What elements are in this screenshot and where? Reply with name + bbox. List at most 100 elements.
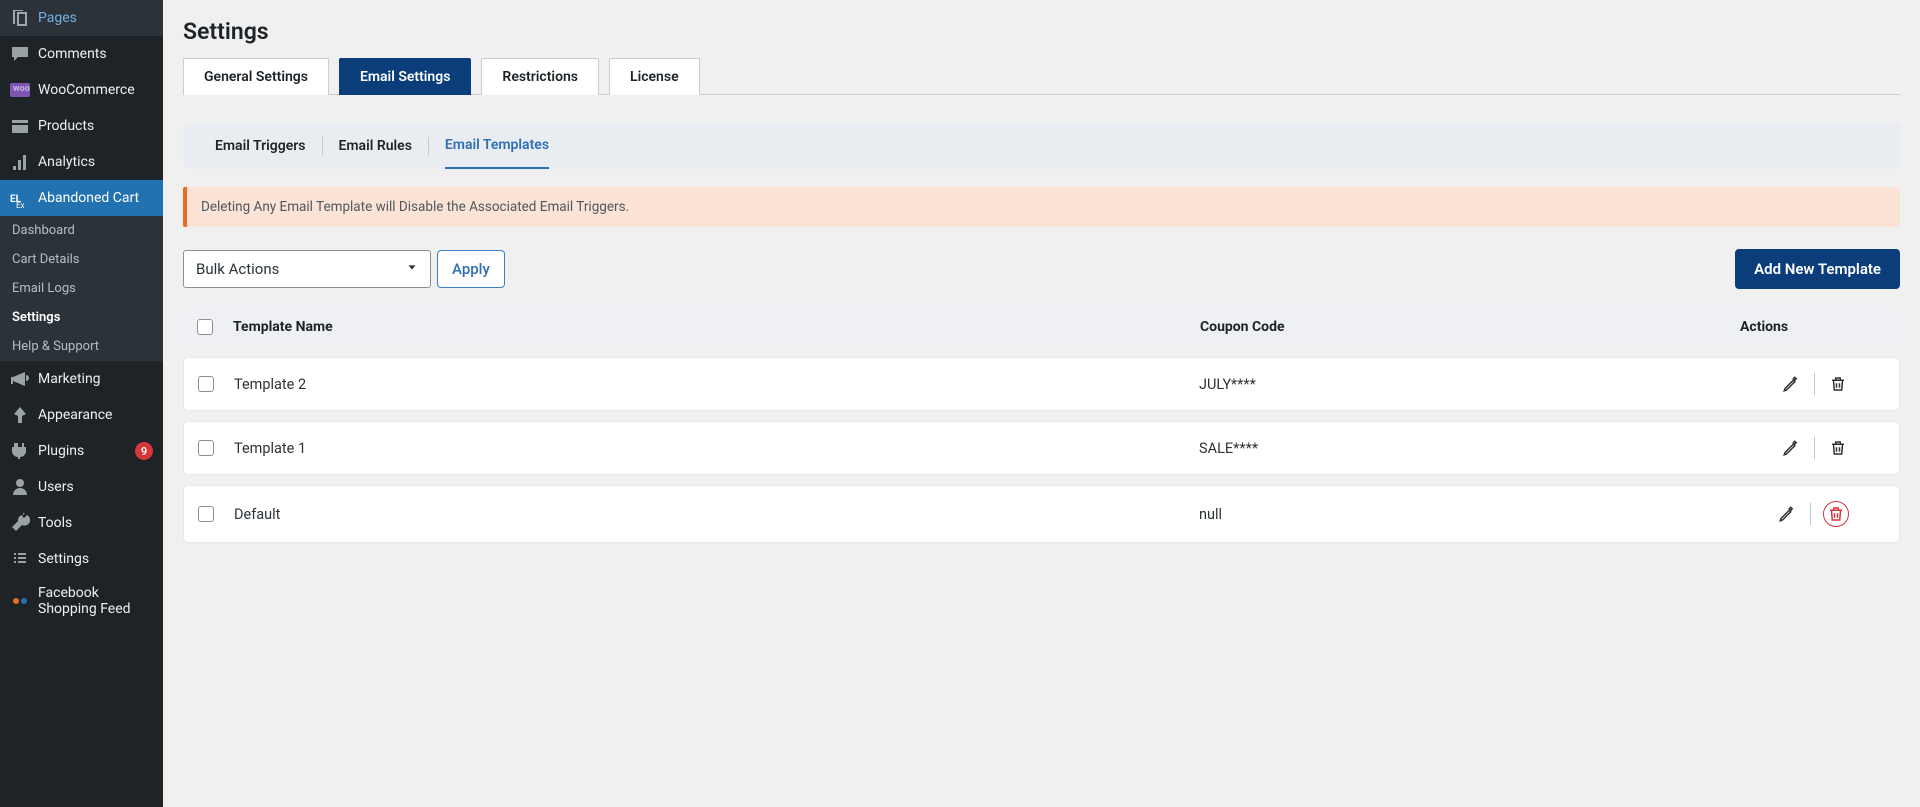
cell-template-name: Template 1 — [234, 440, 1199, 457]
tab-email-settings[interactable]: Email Settings — [339, 58, 471, 95]
col-template-name: Template Name — [233, 319, 1200, 335]
facebook-feed-icon — [10, 591, 30, 611]
admin-sidebar: Pages Comments woo WooCommerce Products … — [0, 0, 163, 807]
row-checkbox[interactable] — [198, 376, 214, 392]
sidebar-item-products[interactable]: Products — [0, 108, 163, 144]
sidebar-item-facebook-feed[interactable]: Facebook Shopping Feed — [0, 577, 163, 625]
submenu-help-support[interactable]: Help & Support — [0, 332, 163, 361]
col-actions: Actions — [1740, 319, 1890, 335]
settings-icon — [10, 549, 30, 569]
submenu-dashboard[interactable]: Dashboard — [0, 216, 163, 245]
sidebar-label: Users — [38, 479, 153, 495]
analytics-icon — [10, 152, 30, 172]
edit-icon[interactable] — [1780, 437, 1802, 459]
appearance-icon — [10, 405, 30, 425]
row-actions — [1739, 373, 1889, 395]
sidebar-label: Settings — [38, 551, 153, 567]
sidebar-label: Products — [38, 118, 153, 134]
row-checkbox[interactable] — [198, 506, 214, 522]
cell-template-name: Default — [234, 506, 1199, 523]
subtab-email-rules[interactable]: Email Rules — [339, 124, 412, 168]
submenu-cart-details[interactable]: Cart Details — [0, 245, 163, 274]
sidebar-item-comments[interactable]: Comments — [0, 36, 163, 72]
delete-icon[interactable] — [1827, 373, 1849, 395]
delete-icon[interactable] — [1823, 501, 1849, 527]
sidebar-label: Tools — [38, 515, 153, 531]
sidebar-item-tools[interactable]: Tools — [0, 505, 163, 541]
sidebar-item-appearance[interactable]: Appearance — [0, 397, 163, 433]
svg-text:Ex: Ex — [16, 201, 25, 208]
subtab-separator — [322, 137, 323, 155]
col-coupon-code: Coupon Code — [1200, 319, 1740, 335]
action-separator — [1814, 437, 1815, 459]
submenu-label: Dashboard — [12, 223, 75, 238]
settings-tabs: General Settings Email Settings Restrict… — [183, 57, 1900, 95]
tab-restrictions[interactable]: Restrictions — [481, 58, 599, 95]
row-actions — [1739, 501, 1889, 527]
submenu-label: Help & Support — [12, 339, 99, 354]
templates-table: Template Name Coupon Code Actions Templa… — [183, 307, 1900, 543]
submenu-label: Cart Details — [12, 252, 80, 267]
submenu-settings[interactable]: Settings — [0, 303, 163, 332]
cell-template-name: Template 2 — [234, 376, 1199, 393]
edit-icon[interactable] — [1780, 373, 1802, 395]
sidebar-item-abandoned-cart[interactable]: ELEx Abandoned Cart — [0, 180, 163, 216]
bulk-actions-select[interactable]: Bulk Actions — [183, 250, 431, 288]
action-separator — [1810, 503, 1811, 525]
sidebar-label: WooCommerce — [38, 82, 153, 98]
cell-coupon-code: JULY**** — [1199, 376, 1739, 393]
table-row: Template 2 JULY**** — [183, 357, 1900, 411]
sidebar-label: Analytics — [38, 154, 153, 170]
delete-icon[interactable] — [1827, 437, 1849, 459]
sidebar-item-settings[interactable]: Settings — [0, 541, 163, 577]
products-icon — [10, 116, 30, 136]
sidebar-item-analytics[interactable]: Analytics — [0, 144, 163, 180]
sidebar-item-plugins[interactable]: Plugins 9 — [0, 433, 163, 469]
submenu-label: Email Logs — [12, 281, 76, 296]
select-all-checkbox[interactable] — [197, 319, 213, 335]
table-row: Template 1 SALE**** — [183, 421, 1900, 475]
add-new-template-button[interactable]: Add New Template — [1735, 249, 1900, 289]
sidebar-submenu: Dashboard Cart Details Email Logs Settin… — [0, 216, 163, 361]
edit-icon[interactable] — [1776, 503, 1798, 525]
table-row: Default null — [183, 485, 1900, 543]
sidebar-item-pages[interactable]: Pages — [0, 0, 163, 36]
submenu-email-logs[interactable]: Email Logs — [0, 274, 163, 303]
sidebar-item-marketing[interactable]: Marketing — [0, 361, 163, 397]
users-icon — [10, 477, 30, 497]
apply-button[interactable]: Apply — [437, 250, 505, 288]
woocommerce-icon: woo — [10, 80, 30, 100]
bulk-actions-row: Bulk Actions Apply Add New Template — [183, 249, 1900, 289]
sidebar-label: Comments — [38, 46, 153, 62]
row-actions — [1739, 437, 1889, 459]
sidebar-label: Plugins — [38, 443, 123, 459]
subtab-email-triggers[interactable]: Email Triggers — [215, 124, 306, 168]
plugins-badge: 9 — [135, 442, 153, 460]
warning-alert: Deleting Any Email Template will Disable… — [183, 187, 1900, 227]
sidebar-item-users[interactable]: Users — [0, 469, 163, 505]
subtab-email-templates[interactable]: Email Templates — [445, 123, 549, 169]
page-title: Settings — [183, 0, 1900, 57]
action-separator — [1814, 373, 1815, 395]
table-header: Template Name Coupon Code Actions — [183, 307, 1900, 347]
tab-license[interactable]: License — [609, 58, 700, 95]
sidebar-label: Marketing — [38, 371, 153, 387]
email-subtabs: Email Triggers Email Rules Email Templat… — [183, 123, 1900, 169]
sidebar-label: Pages — [38, 10, 153, 26]
sidebar-label: Appearance — [38, 407, 153, 423]
row-checkbox[interactable] — [198, 440, 214, 456]
tools-icon — [10, 513, 30, 533]
cell-coupon-code: null — [1199, 506, 1739, 523]
submenu-label: Settings — [12, 310, 60, 325]
plugins-icon — [10, 441, 30, 461]
marketing-icon — [10, 369, 30, 389]
sidebar-label: Abandoned Cart — [38, 190, 153, 206]
comments-icon — [10, 44, 30, 64]
abandoned-cart-icon: ELEx — [10, 188, 30, 208]
pages-icon — [10, 8, 30, 28]
subtab-separator — [428, 137, 429, 155]
sidebar-label: Facebook Shopping Feed — [38, 585, 153, 617]
sidebar-item-woocommerce[interactable]: woo WooCommerce — [0, 72, 163, 108]
tab-general[interactable]: General Settings — [183, 58, 329, 95]
content-area: Settings General Settings Email Settings… — [163, 0, 1920, 807]
